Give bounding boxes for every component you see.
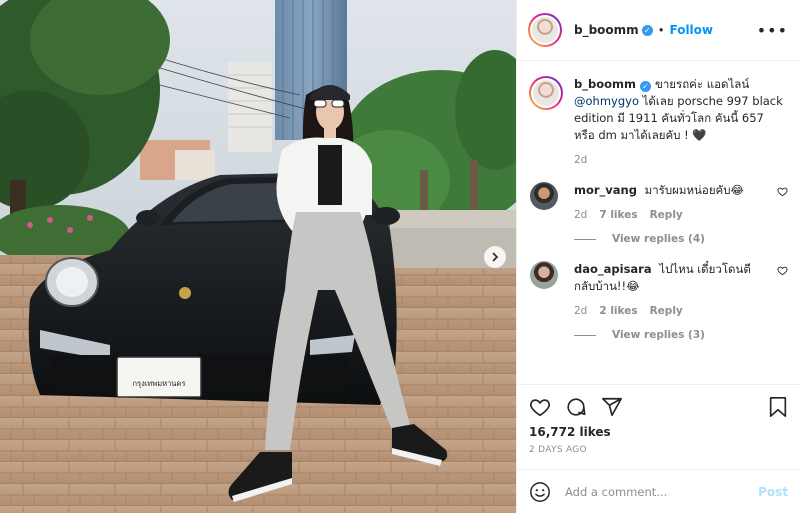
author-username[interactable]: b_boomm [574, 23, 639, 37]
commenter-avatar[interactable] [530, 261, 558, 289]
verified-badge-icon: ✓ [641, 24, 653, 36]
post-image [0, 0, 516, 513]
post-photo[interactable]: กรุงเทพมหานคร [0, 0, 516, 513]
comment-item: dao_apisara ไปไหน เดี๋ยวโดนตี กลับบ้าน!!… [529, 261, 788, 341]
more-icon[interactable]: ••• [757, 21, 788, 40]
replies-divider [574, 334, 596, 336]
comment-username[interactable]: dao_apisara [574, 262, 652, 276]
likes-count[interactable]: 16,772 likes [529, 425, 788, 439]
chevron-right-icon [492, 252, 499, 262]
comment-likes[interactable]: 2 likes [599, 305, 637, 317]
comments-section: b_boomm ✓ ขายรถค่ะ แอดไลน์ @ohmygyo ได้เลย… [517, 62, 800, 383]
post-actions: 16,772 likes 2 DAYS AGO [517, 384, 800, 462]
share-icon[interactable] [601, 396, 623, 418]
comment-meta: 2d 7 likes Reply [574, 209, 774, 221]
view-replies-label: View replies (4) [612, 233, 705, 245]
comment-meta: 2d 2 likes Reply [574, 305, 774, 317]
view-replies-button[interactable]: View replies (3) [574, 329, 774, 341]
post-comment-button[interactable]: Post [758, 485, 788, 499]
view-replies-button[interactable]: View replies (4) [574, 233, 774, 245]
author-avatar[interactable] [529, 76, 563, 110]
comment-age: 2d [574, 305, 588, 317]
comment-text: มารับผมหน่อยคับ😂 [644, 183, 744, 197]
comment-like-heart-icon[interactable] [777, 186, 788, 197]
post-date: 2 DAYS AGO [529, 445, 587, 455]
follow-button[interactable]: Follow [669, 23, 713, 37]
caption-username[interactable]: b_boomm [574, 77, 636, 91]
reply-button[interactable]: Reply [650, 305, 683, 317]
verified-badge-icon: ✓ [639, 81, 651, 92]
comment-icon[interactable] [565, 396, 587, 418]
comment-composer: Post [517, 469, 800, 513]
reply-button[interactable]: Reply [650, 209, 683, 221]
author-avatar[interactable] [528, 13, 562, 47]
caption-mention[interactable]: @ohmygyo [574, 94, 639, 108]
comment-like-heart-icon[interactable] [777, 265, 788, 276]
comment-likes[interactable]: 7 likes [599, 209, 637, 221]
caption-text: ขายรถค่ะ แอดไลน์ [654, 77, 750, 91]
caption-meta: 2d [574, 154, 786, 166]
caption-age: 2d [574, 154, 588, 166]
license-plate-text: กรุงเทพมหานคร [132, 379, 186, 388]
emoji-icon[interactable] [529, 481, 551, 503]
separator-dot: • [657, 23, 665, 37]
comment-age: 2d [574, 209, 588, 221]
bookmark-icon[interactable] [768, 396, 788, 418]
next-photo-button[interactable] [484, 246, 506, 268]
caption: b_boomm ✓ ขายรถค่ะ แอดไลน์ @ohmygyo ได้เลย… [529, 76, 788, 166]
heart-icon[interactable] [529, 396, 551, 418]
view-replies-label: View replies (3) [612, 329, 705, 341]
comment-item: mor_vang มารับผมหน่อยคับ😂 2d 7 likes Rep… [529, 182, 788, 245]
post-header: b_boomm ✓ • Follow ••• [517, 0, 800, 61]
commenter-avatar[interactable] [530, 182, 558, 210]
comment-username[interactable]: mor_vang [574, 183, 637, 197]
comment-input[interactable] [565, 484, 759, 499]
post-panel: b_boomm ✓ • Follow ••• b_boomm ✓ ขายรถค่ะ … [516, 0, 800, 513]
replies-divider [574, 238, 596, 240]
